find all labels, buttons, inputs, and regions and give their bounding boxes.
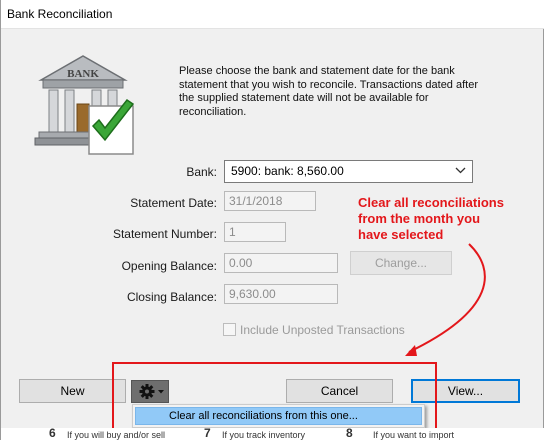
strip-number: 7 <box>204 428 211 440</box>
annotation-line: from the month you <box>358 211 481 226</box>
opening-balance-field[interactable]: 0.00 <box>224 253 338 273</box>
new-button[interactable]: New <box>19 379 126 403</box>
bank-reconciliation-dialog: Bank Reconciliation BANK Please choose t… <box>0 0 544 440</box>
closing-balance-field[interactable]: 9,630.00 <box>224 284 338 304</box>
title-bar: Bank Reconciliation <box>1 0 544 29</box>
strip-text: If you will buy and/or sell <box>67 430 166 440</box>
checkbox-box[interactable] <box>223 323 236 336</box>
include-unposted-checkbox[interactable]: Include Unposted Transactions <box>223 323 405 337</box>
annotation-line: have selected <box>358 227 444 242</box>
background-window-strip: 6 If you will buy and/or sell 7 If you t… <box>1 428 544 440</box>
change-button[interactable]: Change... <box>350 251 452 275</box>
bank-select-value: 5900: bank: 8,560.00 <box>231 164 344 178</box>
window-title: Bank Reconciliation <box>7 7 113 21</box>
opening-balance-label: Opening Balance: <box>121 259 217 273</box>
bank-label: Bank: <box>186 165 217 179</box>
statement-number-label: Statement Number: <box>112 227 217 241</box>
bank-building-with-checkmark-icon: BANK <box>34 55 135 155</box>
annotation-line: Clear all reconciliations <box>358 195 504 210</box>
strip-text: If you track inventory <box>222 430 306 440</box>
intro-text: Please choose the bank and statement dat… <box>179 65 478 118</box>
include-unposted-label: Include Unposted Transactions <box>240 323 405 337</box>
strip-number: 6 <box>49 428 56 440</box>
annotation-callout: Clear all reconciliations from the month… <box>358 195 538 243</box>
bank-sign-text: BANK <box>67 68 99 80</box>
statement-date-field[interactable]: 31/1/2018 <box>224 191 316 211</box>
strip-number: 8 <box>346 428 353 440</box>
strip-text: If you want to import <box>373 430 455 440</box>
statement-date-label: Statement Date: <box>130 196 217 210</box>
closing-balance-label: Closing Balance: <box>126 290 217 304</box>
chevron-down-icon <box>455 167 466 174</box>
bank-select[interactable]: 5900: bank: 8,560.00 <box>224 160 473 183</box>
annotation-highlight-box <box>112 362 437 436</box>
statement-number-field[interactable]: 1 <box>224 222 286 242</box>
